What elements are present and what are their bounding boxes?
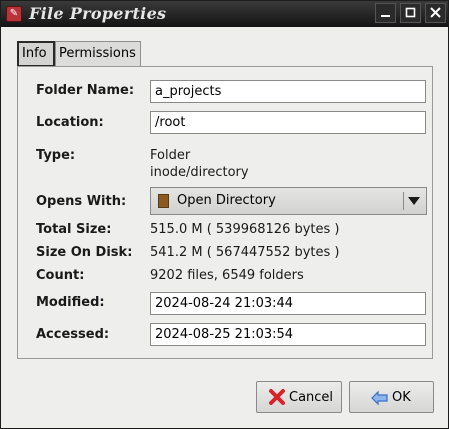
opens-with-dropdown[interactable]: Open Directory [150,187,427,215]
folder-name-label: Folder Name: [36,83,135,98]
accessed-label: Accessed: [36,327,110,342]
type-label: Type: [36,148,76,163]
maximize-icon[interactable] [400,3,421,23]
tab-info[interactable]: Info [17,41,55,67]
tab-info-label: Info [22,46,47,61]
cancel-button[interactable]: Cancel [256,381,342,413]
folder-app-icon [158,194,169,208]
file-properties-icon: ✎ [6,6,22,22]
ok-arrow-icon [370,388,390,406]
folder-name-field[interactable]: a_projects [150,80,426,103]
type-value: Folder [150,148,191,163]
close-icon[interactable] [425,3,446,23]
modified-label: Modified: [36,295,105,310]
location-field[interactable]: /root [150,111,426,134]
modified-field[interactable]: 2024-08-24 21:03:44 [150,292,426,315]
total-size-value: 515.0 M ( 539968126 bytes ) [150,222,340,237]
mime-type-value: inode/directory [150,165,249,180]
ok-button[interactable]: OK [349,381,434,413]
size-on-disk-label: Size On Disk: [36,245,133,260]
cancel-x-icon [267,388,287,406]
count-label: Count: [36,268,85,283]
chevron-down-icon[interactable] [408,197,420,205]
location-label: Location: [36,115,104,130]
size-on-disk-value: 541.2 M ( 567447552 bytes ) [150,245,340,260]
title-bar[interactable]: ✎ File Properties [1,1,448,27]
count-value: 9202 files, 6549 folders [150,268,304,283]
accessed-field[interactable]: 2024-08-25 21:03:54 [150,323,426,346]
opens-with-value: Open Directory [177,193,276,208]
ok-button-label: OK [392,390,411,405]
opens-with-label: Opens With: [36,194,127,209]
tab-permissions[interactable]: Permissions [55,41,141,67]
window-title: File Properties [29,4,167,23]
cancel-button-label: Cancel [289,390,334,405]
total-size-label: Total Size: [36,222,112,237]
minimize-icon[interactable] [375,3,396,23]
file-properties-window: ✎ File Properties Info Permissions Folde… [0,0,449,429]
tab-permissions-label: Permissions [59,46,136,61]
dropdown-separator [403,192,404,210]
